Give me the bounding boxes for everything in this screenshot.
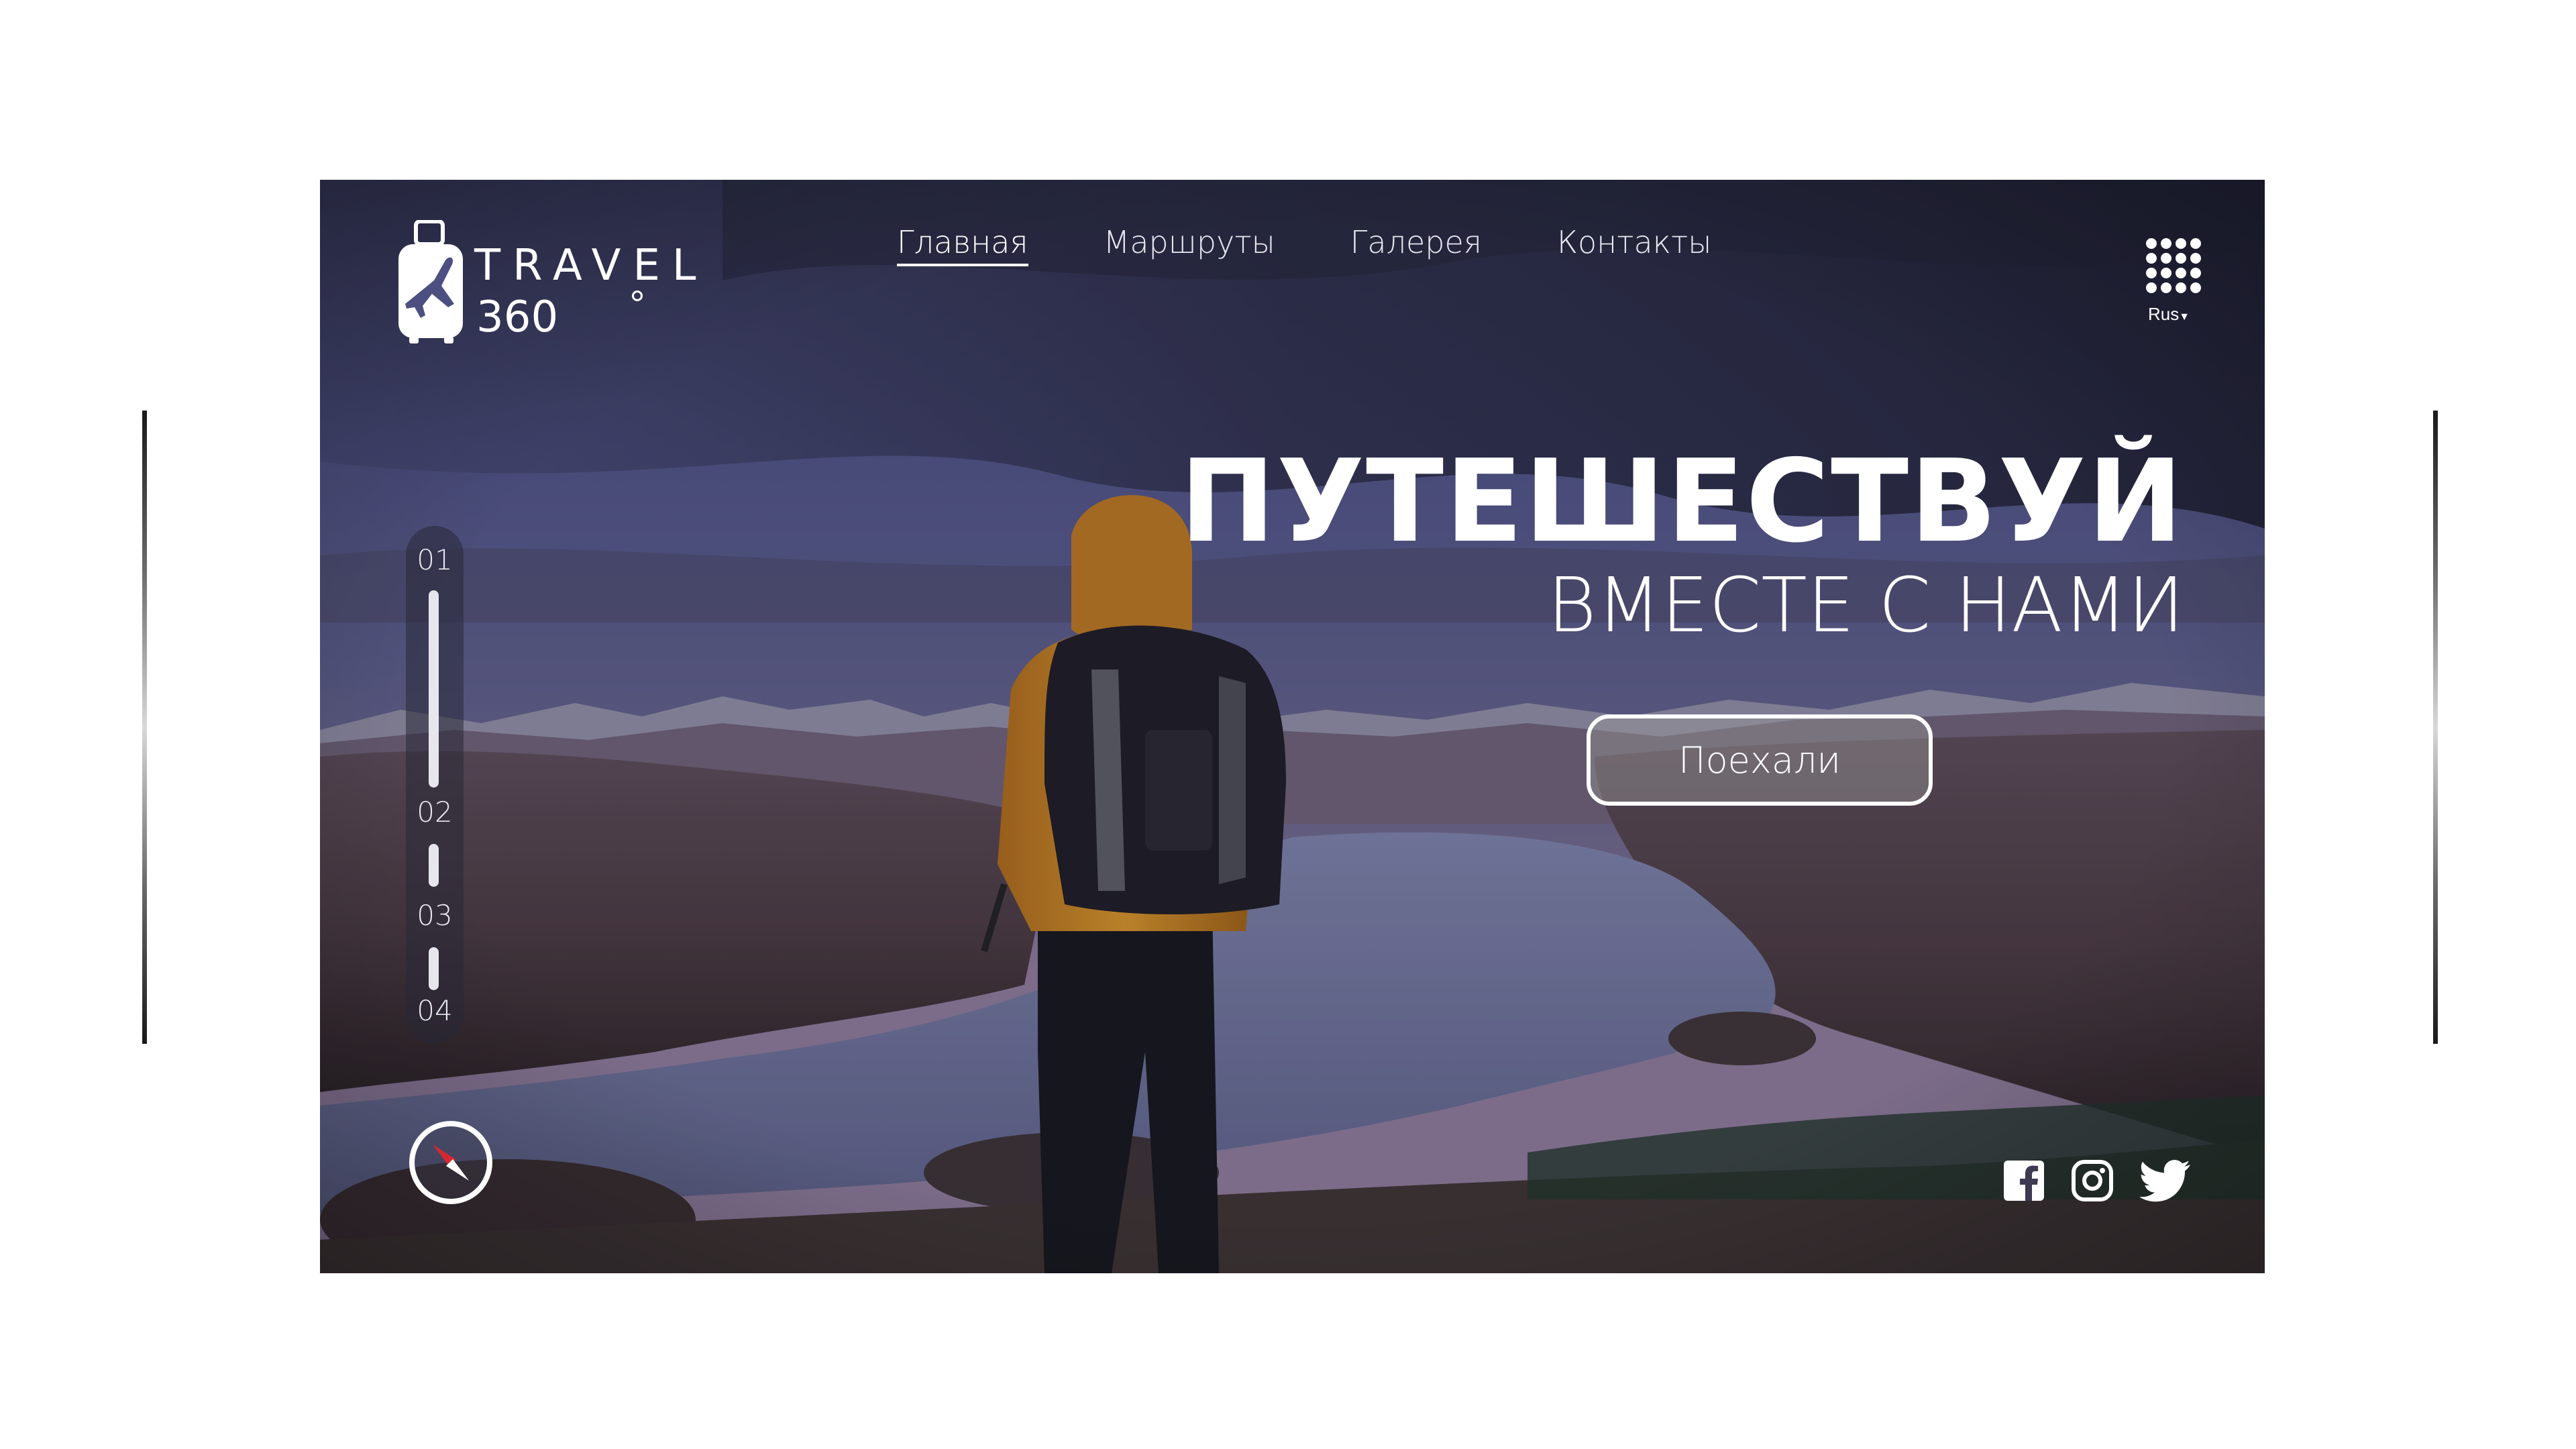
language-selector[interactable]: Rus▼ bbox=[2148, 304, 2190, 325]
hero-headline: ПУТЕШЕСТВУЙ ВМЕСТЕ С НАМИ bbox=[1180, 445, 2184, 643]
pager-bar-03 bbox=[429, 947, 439, 990]
nav-item-gallery[interactable]: Галерея bbox=[1350, 224, 1482, 266]
hero-subtitle: ВМЕСТЕ С НАМИ bbox=[1547, 562, 2184, 649]
caret-down-icon: ▼ bbox=[2179, 311, 2190, 323]
social-links bbox=[2002, 1159, 2192, 1202]
grid-icon[interactable] bbox=[2146, 238, 2201, 293]
go-button[interactable]: Поехали bbox=[1587, 714, 1933, 806]
facebook-icon[interactable] bbox=[2002, 1159, 2045, 1202]
nav-item-contacts[interactable]: Контакты bbox=[1557, 224, 1711, 266]
pager-item-02[interactable]: 02 bbox=[406, 796, 464, 828]
pager-item-03[interactable]: 03 bbox=[406, 899, 464, 932]
main-nav: Главная Маршруты Галерея Контакты bbox=[897, 224, 1711, 267]
twitter-icon[interactable] bbox=[2139, 1159, 2192, 1202]
slide-pager: 01 02 03 04 bbox=[406, 526, 464, 1044]
logo-wordmark: TRAVEL bbox=[474, 241, 708, 290]
logo-degree-mark bbox=[632, 290, 643, 301]
hero-section: TRAVEL 360 Главная Маршруты Галерея Конт… bbox=[320, 180, 2265, 1273]
left-divider-line bbox=[142, 411, 147, 1044]
pager-bar-02 bbox=[429, 844, 439, 887]
nav-item-home[interactable]: Главная bbox=[897, 224, 1028, 267]
compass-icon[interactable] bbox=[407, 1119, 494, 1206]
pager-item-04[interactable]: 04 bbox=[406, 994, 464, 1027]
nav-item-routes[interactable]: Маршруты bbox=[1104, 224, 1275, 266]
travel360-logo[interactable]: TRAVEL 360 bbox=[397, 220, 696, 343]
pager-item-01[interactable]: 01 bbox=[406, 543, 464, 576]
suitcase-plane-icon bbox=[398, 220, 463, 343]
pager-progress-bar-active bbox=[429, 590, 439, 788]
instagram-icon[interactable] bbox=[2071, 1159, 2114, 1202]
language-label: Rus bbox=[2148, 304, 2180, 324]
hero-title: ПУТЕШЕСТВУЙ bbox=[1179, 435, 2184, 568]
right-divider-line bbox=[2433, 411, 2438, 1044]
logo-number: 360 bbox=[476, 292, 559, 342]
hero-background-image bbox=[320, 180, 2265, 1273]
